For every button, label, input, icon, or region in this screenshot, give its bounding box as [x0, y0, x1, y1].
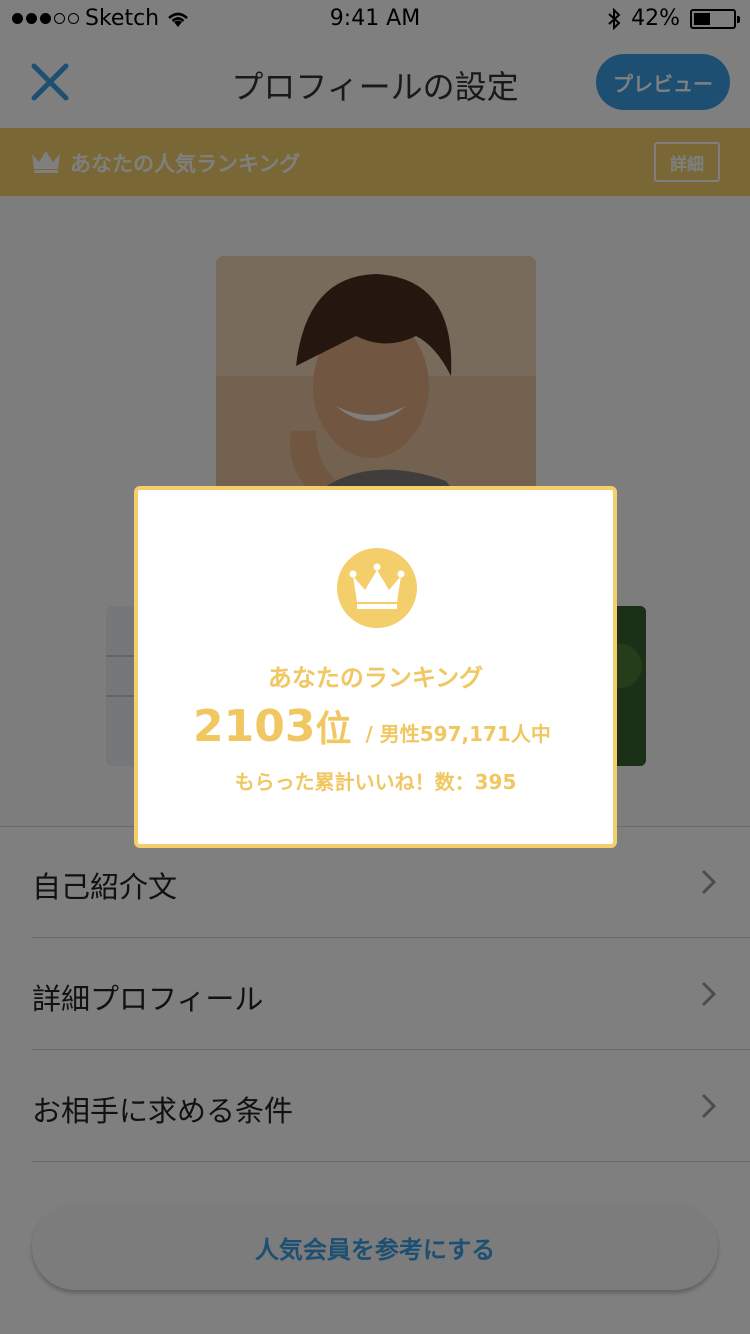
- rank-number: 2103: [193, 701, 316, 752]
- modal-rank-row: 2103 位 / 男性597,171人中: [193, 700, 551, 752]
- rank-total: / 男性597,171人中: [365, 722, 551, 746]
- modal-title: あなたのランキング: [267, 664, 484, 692]
- total-likes: もらった累計いいね！数：395: [234, 770, 517, 794]
- crown-icon: [337, 548, 417, 628]
- rank-unit: 位: [315, 709, 352, 750]
- ranking-modal: あなたのランキング 2103 位 / 男性597,171人中 もらった累計いいね…: [134, 486, 617, 848]
